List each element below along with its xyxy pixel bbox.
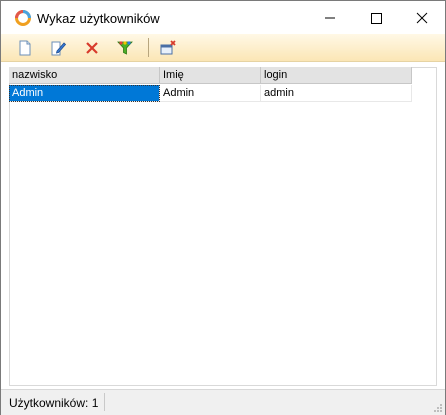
table-row[interactable]: Admin Admin admin bbox=[9, 85, 412, 102]
cell-login[interactable]: admin bbox=[261, 85, 412, 102]
delete-x-icon bbox=[86, 42, 98, 54]
close-window-button[interactable] bbox=[157, 37, 179, 59]
delete-button[interactable] bbox=[81, 37, 103, 59]
minimize-button[interactable] bbox=[307, 1, 353, 34]
users-grid-area[interactable] bbox=[9, 67, 437, 386]
maximize-button[interactable] bbox=[353, 1, 399, 34]
resize-grip-icon[interactable] bbox=[433, 403, 443, 413]
column-header-login[interactable]: login bbox=[261, 67, 412, 84]
toolbar bbox=[1, 34, 445, 62]
cell-imie[interactable]: Admin bbox=[160, 85, 261, 102]
edit-button[interactable] bbox=[47, 37, 69, 59]
grid-header: nazwisko Imię login bbox=[9, 67, 412, 85]
close-button[interactable] bbox=[399, 1, 445, 34]
users-window: Wykaz użytkowników nazwisko Imię login A… bbox=[0, 0, 446, 415]
close-window-icon bbox=[160, 40, 176, 55]
close-icon bbox=[416, 12, 428, 24]
users-grid[interactable]: nazwisko Imię login Admin Admin admin bbox=[9, 67, 412, 102]
window-title: Wykaz użytkowników bbox=[37, 11, 160, 26]
edit-document-icon bbox=[51, 41, 66, 56]
minimize-icon bbox=[325, 17, 335, 19]
status-bar: Użytkowników: 1 bbox=[1, 389, 445, 415]
title-bar[interactable]: Wykaz użytkowników bbox=[1, 1, 445, 34]
cell-nazwisko[interactable]: Admin bbox=[9, 85, 160, 102]
new-document-icon bbox=[19, 40, 31, 56]
toolbar-separator bbox=[148, 38, 149, 57]
column-header-nazwisko[interactable]: nazwisko bbox=[9, 67, 160, 84]
status-separator bbox=[104, 393, 105, 411]
app-icon bbox=[15, 10, 31, 26]
new-button[interactable] bbox=[14, 37, 36, 59]
maximize-icon bbox=[371, 13, 382, 24]
filter-button[interactable] bbox=[114, 37, 136, 59]
user-count-label: Użytkowników: 1 bbox=[9, 396, 99, 410]
column-header-imie[interactable]: Imię bbox=[160, 67, 261, 84]
filter-icon bbox=[117, 41, 133, 55]
